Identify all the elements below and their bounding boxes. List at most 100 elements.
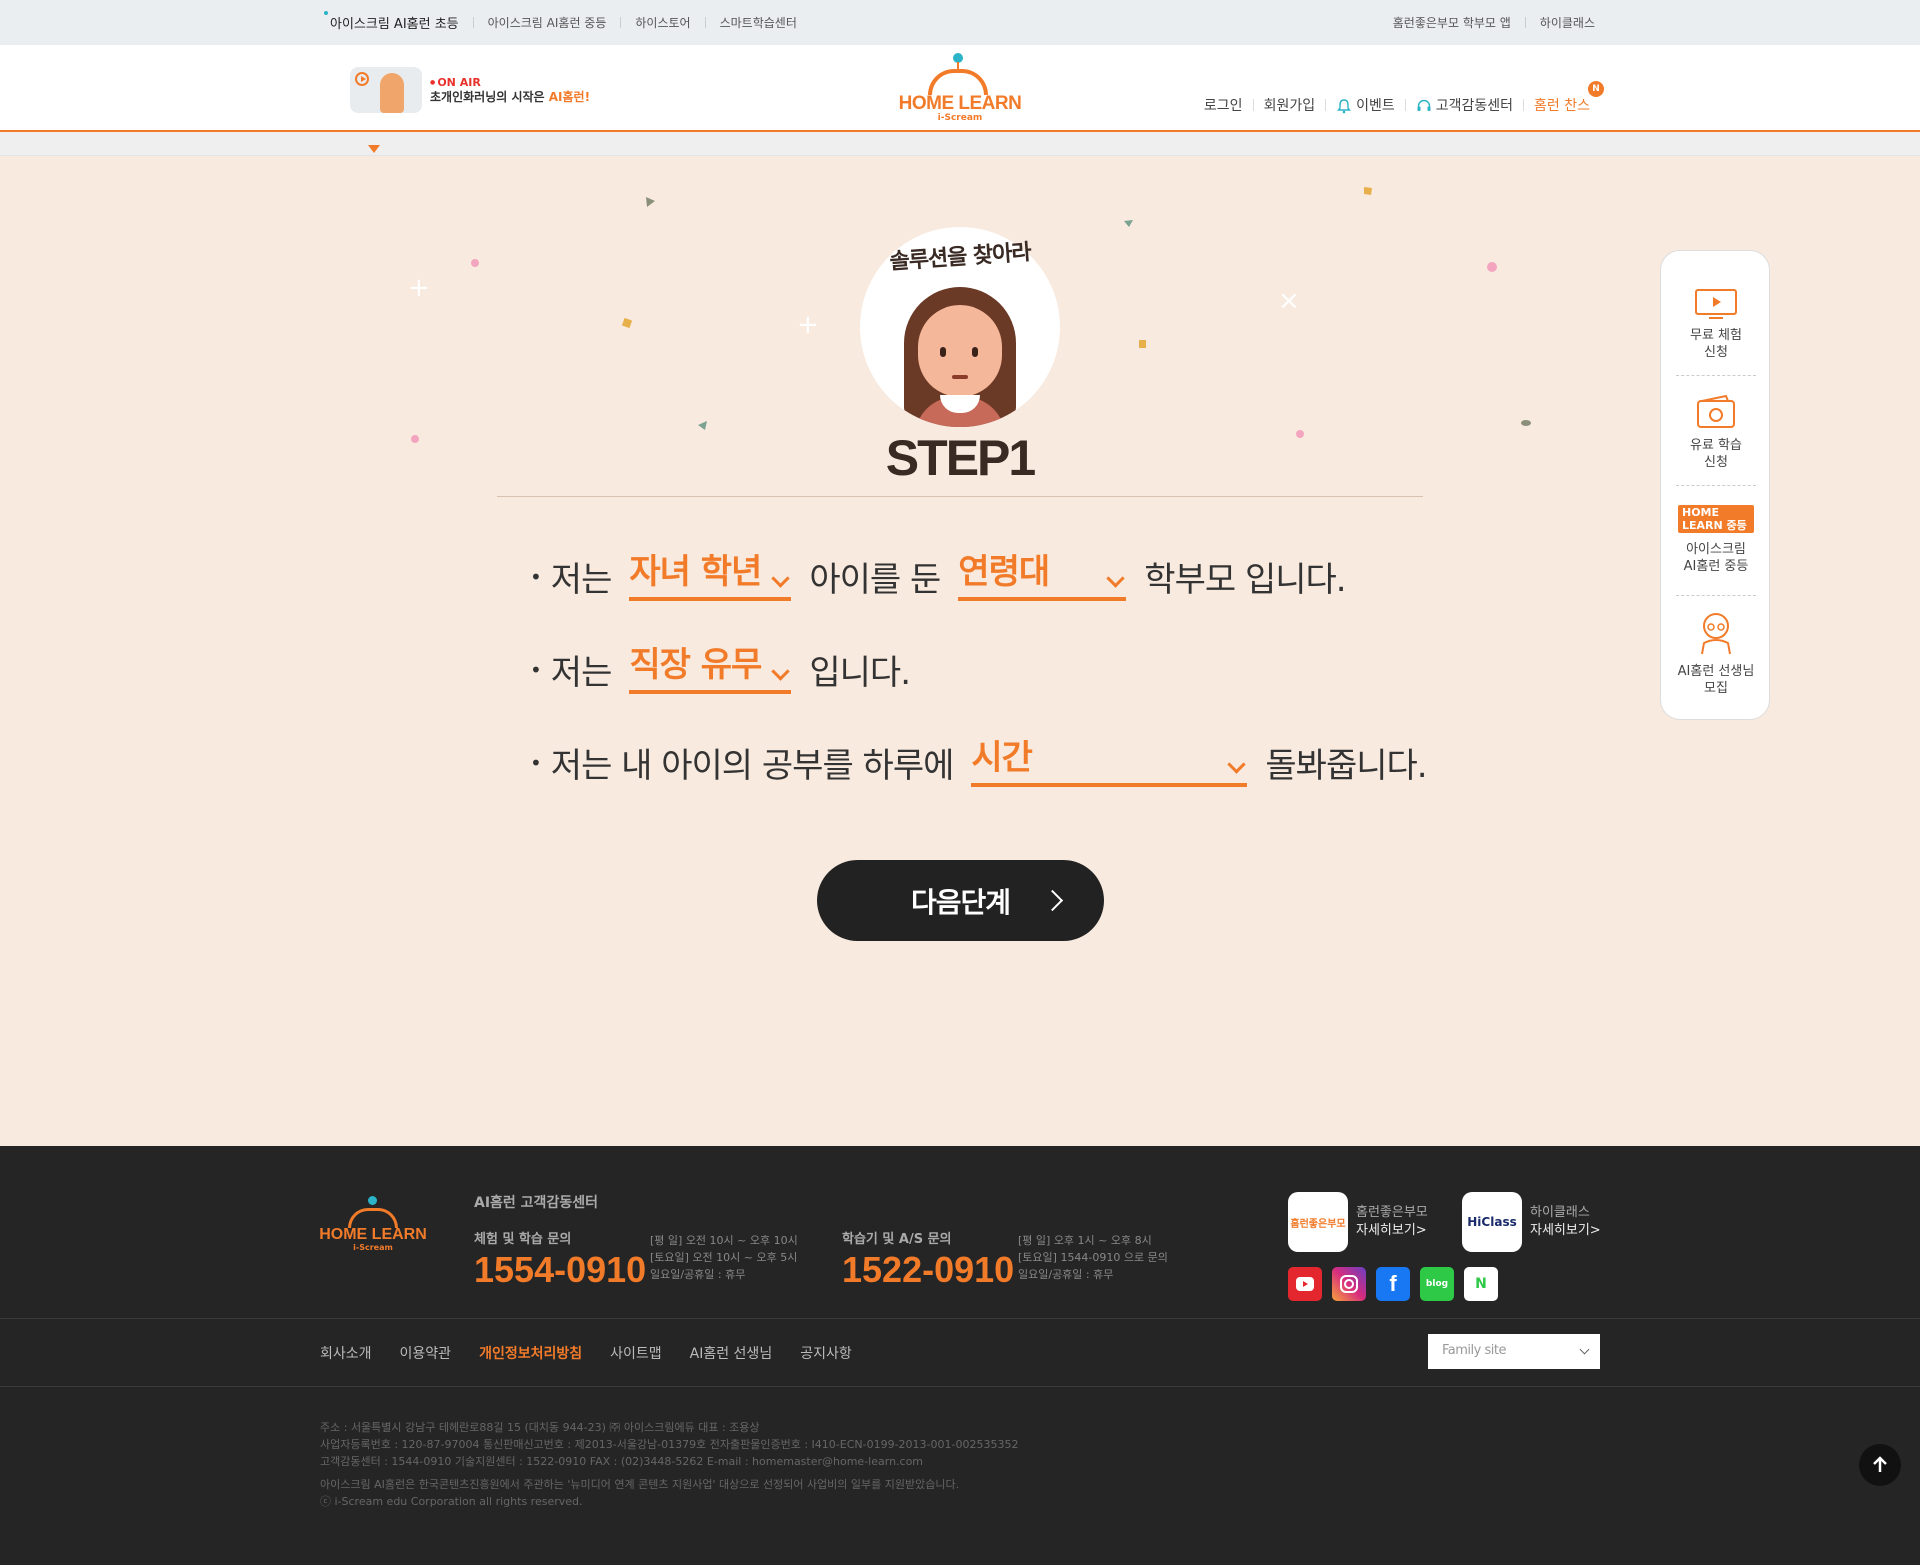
footer-link-teacher[interactable]: AI홈런 선생님 [690, 1343, 773, 1363]
family-site-select[interactable]: Family site [1428, 1334, 1600, 1369]
support-label: 고객감동센터 [1435, 98, 1514, 114]
paid-study-link[interactable]: 유료 학습 신청 [1676, 395, 1756, 471]
youtube-icon[interactable] [1288, 1267, 1322, 1301]
link-smart-center[interactable]: 스마트학습센터 [720, 14, 797, 31]
character-eye [940, 347, 946, 357]
contact-as-label: 학습기 및 A/S 문의 [842, 1232, 952, 1247]
free-trial-label-1: 무료 체험 [1690, 328, 1742, 343]
footer-link-company[interactable]: 회사소개 [320, 1343, 372, 1363]
on-air-label: ON AIR [430, 75, 590, 91]
on-air-text: ON AIR 초개인화러닝의 시작은 AI홈런! [430, 75, 590, 106]
homelearn-logo[interactable]: HOME LEARN i-Scream [895, 53, 1025, 125]
footer-divider [0, 1386, 1920, 1387]
teacher-recruit-label-1: AI홈런 선생님 [1677, 664, 1755, 679]
free-trial-link[interactable]: 무료 체험 신청 [1676, 289, 1756, 361]
child-grade-select[interactable]: 자녀 학년 [629, 552, 792, 601]
footer-link-privacy[interactable]: 개인정보처리방침 [479, 1343, 582, 1363]
hours-saturday: [토요일] 오전 10시 ~ 오후 5시 [650, 1251, 798, 1264]
divider [620, 17, 622, 28]
divider [1676, 375, 1756, 376]
header-nav: 로그인 회원가입 이벤트 고객감동센터 홈런 찬스 N [1204, 81, 1604, 115]
wallet-icon [1697, 395, 1735, 428]
parent-app-icon: 홈런좋은부모 [1288, 1192, 1348, 1252]
sub-nav-bar [0, 132, 1920, 156]
study-hours-select[interactable]: 시간 [971, 738, 1248, 787]
age-group-select[interactable]: 연령대 [958, 552, 1127, 601]
q1-text-a: 저는 [550, 560, 613, 600]
chevron-down-icon [771, 662, 791, 681]
company-info-line: 주소 : 서울특별시 강남구 테헤란로88길 15 (대치동 944-23) ㈜… [320, 1421, 760, 1434]
hiclass-link[interactable]: HiClass 하이클래스 자세히보기> [1462, 1192, 1601, 1252]
teacher-icon [1701, 613, 1731, 655]
instagram-icon[interactable] [1332, 1267, 1366, 1301]
hours-weekday: [평 일] 오후 1시 ~ 오후 8시 [1018, 1234, 1152, 1247]
top-utility-bar: 아이스크림 AI홈런 초등 아이스크림 AI홈런 중등 하이스토어 스마트학습센… [0, 0, 1920, 45]
link-ai-homelearn-middle[interactable]: 아이스크림 AI홈런 중등 [488, 14, 607, 31]
event-link[interactable]: 이벤트 [1336, 95, 1395, 115]
family-links: 아이스크림 AI홈런 초등 아이스크림 AI홈런 중등 하이스토어 스마트학습센… [324, 11, 797, 32]
scroll-to-top-button[interactable] [1859, 1444, 1901, 1486]
bullet: • [530, 657, 542, 682]
footer-logo[interactable]: HOME LEARN i-Scream [318, 1196, 428, 1258]
teacher-recruit-link[interactable]: AI홈런 선생님 모집 [1676, 611, 1756, 697]
hiclass-icon: HiClass [1462, 1192, 1522, 1252]
contact-trial: 체험 및 학습 문의 1554-0910 [평 일] 오전 10시 ~ 오후 1… [474, 1228, 798, 1291]
contact-as-number[interactable]: 1522-0910 [842, 1249, 1014, 1291]
step-title: STEP1 [885, 430, 1036, 486]
divider [472, 17, 474, 28]
divider [1523, 99, 1525, 111]
blog-icon[interactable]: blog [1420, 1267, 1454, 1301]
homelearn-chance-link[interactable]: 홈런 찬스 N [1534, 81, 1604, 115]
presenter-image [380, 73, 404, 113]
main-content: + + × 솔루션을 찾아라 STEP1 • 저는 자녀 학년 아이를 둔 연령… [0, 157, 1920, 1146]
parent-app-link[interactable]: 홈런좋은부모 홈런좋은부모 자세히보기> [1288, 1192, 1428, 1252]
link-hiclass[interactable]: 하이클래스 [1540, 14, 1595, 31]
question-row-3: • 저는 내 아이의 공부를 하루에 시간 돌봐줍니다. [530, 738, 1428, 787]
character-mouth [952, 375, 968, 379]
middle-school-link[interactable]: HOME LEARN 중등 아이스크림 AI홈런 중등 [1676, 505, 1756, 575]
question-row-2: • 저는 직장 유무 입니다. [530, 645, 911, 694]
age-group-value: 연령대 [958, 552, 1050, 592]
support-link[interactable]: 고객감동센터 [1416, 95, 1513, 115]
caret-down-icon [368, 145, 380, 153]
naver-post-icon[interactable]: N [1464, 1267, 1498, 1301]
login-link[interactable]: 로그인 [1204, 95, 1243, 115]
divider [1404, 99, 1406, 111]
headset-icon [1417, 99, 1431, 111]
divider [1252, 99, 1254, 111]
on-air-banner[interactable]: ON AIR 초개인화러닝의 시작은 AI홈런! [350, 67, 590, 113]
svg-text:×: × [1278, 286, 1300, 316]
chance-label: 홈런 찬스 [1534, 98, 1590, 114]
contact-trial-number[interactable]: 1554-0910 [474, 1249, 646, 1291]
footer-divider [0, 1318, 1920, 1319]
logo-dome-icon [348, 1208, 398, 1228]
site-footer: HOME LEARN i-Scream AI홈런 고객감동센터 체험 및 학습 … [0, 1146, 1920, 1565]
employment-select[interactable]: 직장 유무 [629, 645, 792, 694]
footer-link-sitemap[interactable]: 사이트맵 [610, 1343, 662, 1363]
chevron-down-icon [1227, 755, 1247, 774]
next-step-button[interactable]: 다음단계 [817, 860, 1104, 941]
on-air-highlight: AI홈런! [548, 90, 591, 105]
contact-trial-hours: [평 일] 오전 10시 ~ 오후 10시 [토요일] 오전 10시 ~ 오후 … [650, 1232, 798, 1283]
hours-saturday: [토요일] 1544-0910 으로 문의 [1018, 1251, 1168, 1264]
chevron-right-icon [1041, 889, 1064, 912]
employment-value: 직장 유무 [629, 645, 762, 685]
link-ai-homelearn-elementary[interactable]: 아이스크림 AI홈런 초등 [324, 11, 459, 32]
family-site-value: Family site [1442, 1343, 1506, 1358]
footer-link-notice[interactable]: 공지사항 [800, 1343, 852, 1363]
character-eye [972, 347, 978, 357]
link-parent-app[interactable]: 홈런좋은부모 학부모 앱 [1393, 14, 1511, 31]
chevron-down-icon [1579, 1344, 1590, 1355]
footer-link-terms[interactable]: 이용약관 [400, 1343, 452, 1363]
contact-as-hours: [평 일] 오후 1시 ~ 오후 8시 [토요일] 1544-0910 으로 문… [1018, 1232, 1168, 1283]
q2-text-a: 저는 [550, 653, 613, 693]
link-histore[interactable]: 하이스토어 [635, 14, 690, 31]
divider [1325, 99, 1327, 111]
child-grade-value: 자녀 학년 [629, 552, 762, 592]
footer-nav: 회사소개 이용약관 개인정보처리방침 사이트맵 AI홈런 선생님 공지사항 [320, 1343, 880, 1363]
signup-link[interactable]: 회원가입 [1264, 95, 1316, 115]
bullet: • [530, 750, 542, 775]
facebook-icon[interactable]: f [1376, 1267, 1410, 1301]
footer-logo-subtext: i-Scream [353, 1243, 393, 1252]
parent-app-name: 홈런좋은부모 [1356, 1205, 1428, 1220]
